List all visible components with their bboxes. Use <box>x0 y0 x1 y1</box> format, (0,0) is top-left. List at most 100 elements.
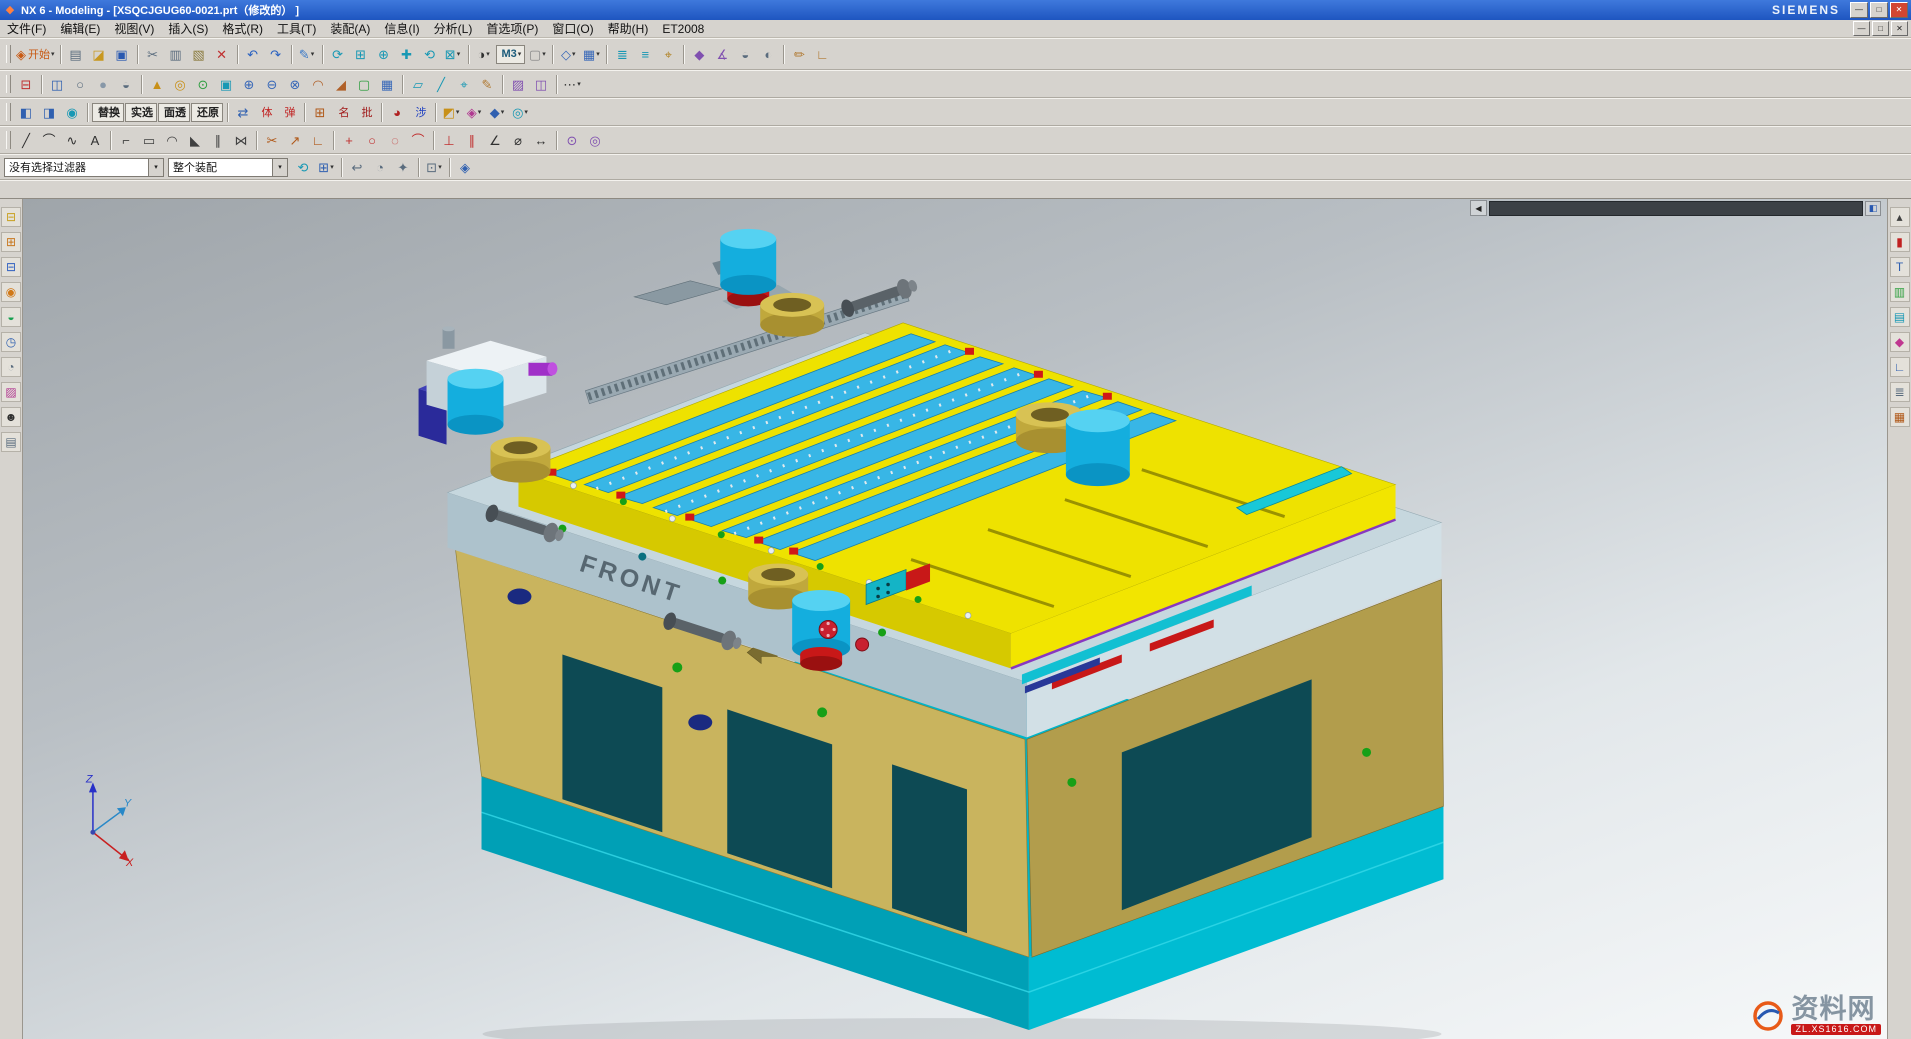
minimize-button[interactable]: — <box>1850 2 1868 18</box>
menu-edit[interactable]: 编辑(E) <box>53 20 107 37</box>
rendering-style-icon[interactable]: ◑▾ <box>473 44 495 65</box>
block-icon[interactable]: ▣ <box>215 74 237 95</box>
menu-format[interactable]: 格式(R) <box>215 20 270 37</box>
part-navigator-icon[interactable]: ⊟ <box>1 257 21 277</box>
datum-plane-icon[interactable]: ▱ <box>407 74 429 95</box>
undo-icon[interactable]: ↶ <box>242 44 264 65</box>
restore-button[interactable]: 还原 <box>191 103 223 122</box>
pencil-edit-icon[interactable]: ✏ <box>788 44 810 65</box>
quick-trim-icon[interactable]: ✂ <box>261 130 283 151</box>
replace-component-button[interactable]: 替换 <box>92 103 124 122</box>
redo-icon[interactable]: ↷ <box>265 44 287 65</box>
refresh-view-icon[interactable]: ⟳ <box>327 44 349 65</box>
batch-edit-button[interactable]: 批 <box>355 102 377 123</box>
measure-distance-icon[interactable]: ∡ <box>711 44 733 65</box>
3d-model-view[interactable]: FRONT <box>23 199 1887 1039</box>
selection-filter-combo[interactable]: 没有选择过滤器 ▾ <box>4 158 164 177</box>
expand-toolbar-button[interactable]: ◀ <box>1470 200 1487 216</box>
face-transparency-button[interactable]: 面透 <box>158 103 190 122</box>
fit-view-icon[interactable]: ⊞ <box>350 44 372 65</box>
grid-snap-icon[interactable]: ⊞ <box>309 102 331 123</box>
clip-section-icon[interactable]: ◨ <box>38 102 60 123</box>
progressive-die-icon[interactable]: ◎▾ <box>509 102 531 123</box>
visualization-icon[interactable]: ▥ <box>1890 282 1910 302</box>
intersect-icon[interactable]: ⊗ <box>284 74 306 95</box>
maximize-button[interactable]: □ <box>1870 2 1888 18</box>
ellipse-icon[interactable]: ◌ <box>384 130 406 151</box>
spring-tool-button[interactable]: 弹 <box>278 102 300 123</box>
constraint-navigator-icon[interactable]: ⊞ <box>1 232 21 252</box>
selection-scope-combo[interactable]: 整个装配 ▾ <box>168 158 288 177</box>
start-menu-button[interactable]: ◈开始▾ <box>15 44 56 65</box>
show-hide-icon[interactable]: ◐ <box>757 44 779 65</box>
menu-information[interactable]: 信息(I) <box>377 20 426 37</box>
menu-file[interactable]: 文件(F) <box>0 20 53 37</box>
history-icon[interactable]: ◔ <box>1 357 21 377</box>
palette-tool-icon[interactable]: ▦ <box>1890 407 1910 427</box>
previous-selection-icon[interactable]: ↩ <box>346 157 368 178</box>
snap-point-toggle-icon[interactable]: ⊡▾ <box>423 157 445 178</box>
profile-icon[interactable]: ⌐ <box>115 130 137 151</box>
new-file-icon[interactable]: ▤ <box>65 44 87 65</box>
chamfer-curve-icon[interactable]: ◣ <box>184 130 206 151</box>
wcs-toggle-icon[interactable]: ◈ <box>454 157 476 178</box>
revolve-icon[interactable]: ◎ <box>169 74 191 95</box>
arc-icon[interactable]: ⌒ <box>38 130 60 151</box>
palette-icon[interactable]: ▨ <box>1 382 21 402</box>
toolbar-grip[interactable] <box>6 131 11 149</box>
four-view-layout-icon[interactable]: ◫ <box>46 74 68 95</box>
toolbar-options-icon[interactable]: ◧ <box>1865 201 1881 216</box>
menu-analysis[interactable]: 分析(L) <box>427 20 480 37</box>
doc-close-button[interactable]: ✕ <box>1891 21 1908 36</box>
ruler-icon[interactable]: ∟ <box>811 44 833 65</box>
circle-icon[interactable]: ○ <box>361 130 383 151</box>
section-view-icon[interactable]: ◧ <box>15 102 37 123</box>
hd3d-tools-icon[interactable]: ◒ <box>1 307 21 327</box>
save-icon[interactable]: ▣ <box>111 44 133 65</box>
zoom-icon[interactable]: ⊕ <box>373 44 395 65</box>
menu-window[interactable]: 窗口(O) <box>545 20 600 37</box>
update-display-icon[interactable]: ◉ <box>61 102 83 123</box>
toolbar-grip[interactable] <box>6 103 11 121</box>
menu-et2008[interactable]: ET2008 <box>655 20 711 37</box>
toolbar-grip[interactable] <box>6 45 11 63</box>
pattern-feature-icon[interactable]: ▦ <box>376 74 398 95</box>
layer-settings-icon[interactable]: ≣ <box>611 44 633 65</box>
menu-preferences[interactable]: 首选项(P) <box>479 20 545 37</box>
subtract-icon[interactable]: ⊖ <box>261 74 283 95</box>
hole-icon[interactable]: ⊙ <box>192 74 214 95</box>
text-curve-icon[interactable]: A <box>84 130 106 151</box>
view-preset-button[interactable]: M3▾ <box>496 45 526 64</box>
shaded-display-icon[interactable]: ● <box>92 74 114 95</box>
menu-view[interactable]: 视图(V) <box>107 20 161 37</box>
command-finder-icon[interactable]: ✎▾ <box>296 44 318 65</box>
spline-icon[interactable]: ∿ <box>61 130 83 151</box>
wcs-orient-icon[interactable]: ⌖ <box>657 44 679 65</box>
assembly-navigator-icon[interactable]: ⊟ <box>1 207 21 227</box>
name-display-button[interactable]: 名 <box>332 102 354 123</box>
selection-scope-dropdown-arrow[interactable]: ▾ <box>272 159 287 176</box>
chamfer-icon[interactable]: ◢ <box>330 74 352 95</box>
conic-icon[interactable]: ⌒ <box>407 130 429 151</box>
dimension-tool-icon[interactable]: ∟ <box>1890 357 1910 377</box>
shell-icon[interactable]: ▢ <box>353 74 375 95</box>
menu-insert[interactable]: 插入(S) <box>161 20 215 37</box>
toolbar-grip[interactable] <box>6 75 11 93</box>
make-corner-icon[interactable]: ∟ <box>307 130 329 151</box>
copy-icon[interactable]: ▥ <box>165 44 187 65</box>
doc-minimize-button[interactable]: — <box>1853 21 1870 36</box>
menu-assemblies[interactable]: 装配(A) <box>323 20 377 37</box>
fillet-icon[interactable]: ◠ <box>161 130 183 151</box>
mirror-feature-icon[interactable]: ◫ <box>530 74 552 95</box>
datum-csys-icon[interactable]: ⌖ <box>453 74 475 95</box>
quick-extend-icon[interactable]: ↗ <box>284 130 306 151</box>
target-point-icon[interactable]: ◎ <box>584 130 606 151</box>
paste-icon[interactable]: ▧ <box>188 44 210 65</box>
diameter-dimension-icon[interactable]: ⌀ <box>507 130 529 151</box>
sketch-icon[interactable]: ✎ <box>476 74 498 95</box>
background-color-swatch[interactable]: ▢▾ <box>526 44 548 65</box>
object-display-icon[interactable]: ◒ <box>734 44 756 65</box>
mirror-curve-icon[interactable]: ⋈ <box>230 130 252 151</box>
system-materials-icon[interactable]: ▤ <box>1 432 21 452</box>
roles-icon[interactable]: ☻ <box>1 407 21 427</box>
